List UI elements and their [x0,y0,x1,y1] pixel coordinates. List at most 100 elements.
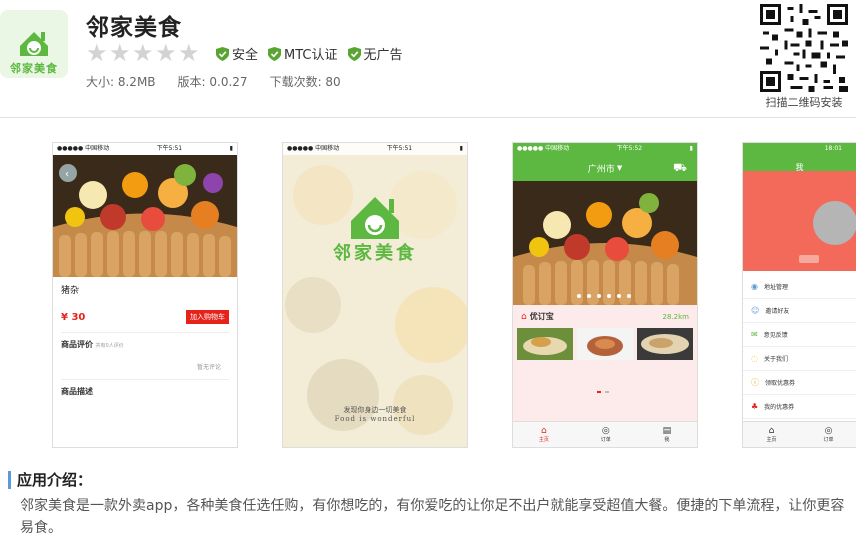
menu-item[interactable]: ◌ 关于我们 [743,347,856,371]
svg-text:‹: ‹ [65,169,69,180]
tab-home[interactable]: ⌂ 主页 [766,426,776,443]
dish-thumbnails [513,328,697,360]
tab-home[interactable]: ⌂ 主页 [539,426,549,443]
profile-menu: ◉ 地址管理 ☺ 邀请好友 ✉ 意见反馈 ◌ 关于我们 ⓘ 领取优惠券 ♣ 我的优惠券 [743,271,856,423]
time-label: 下午5:51 [156,145,183,152]
app-icon-text: 邻家美食 [10,62,58,75]
screenshot-1[interactable]: ●●●●● 中国移动 下午5:51 ▮ ‹ 猪杂 ¥ 30 加入购物车 商品评价… [52,142,238,448]
dish-thumbnail[interactable] [577,328,633,360]
status-bar: ●●●●● 中国移动 下午5:51 ▮ [53,143,237,155]
qr-code[interactable] [760,4,848,92]
badge-no-ads: 无广告 [347,44,403,63]
shield-check-icon [268,46,282,61]
badge-label: MTC认证 [284,48,338,63]
menu-item[interactable]: ◉ 地址管理 [743,275,856,299]
invite-icon: ☺ [751,306,760,315]
star-icon: ★ [86,39,108,67]
product-price: ¥ 30 [61,311,86,323]
app-downloads: 下载次数: 80 [269,75,341,89]
tab-orders[interactable]: ◎ 订单 [601,426,611,443]
login-button[interactable] [799,255,819,263]
dish-thumbnail[interactable] [637,328,693,360]
cart-icon[interactable]: ⛟ [673,161,687,176]
home-icon: ⌂ [768,426,775,436]
about-icon: ◌ [751,354,758,363]
star-icon: ★ [109,39,131,67]
shop-distance: 28.2km [662,312,689,321]
menu-item[interactable]: ☺ 邀请好友 [743,299,856,323]
tab-me[interactable]: ▤ 我 [663,426,672,443]
status-bar: ●●●●● 中国移动 下午5:52 ▮ [513,143,697,155]
orders-icon: ◎ [824,426,833,436]
home-icon: ⌂ [541,426,547,436]
shop-name[interactable]: 优订宝 [530,311,554,322]
badge-safe: 安全 [216,44,258,63]
coupon-icon: ⓘ [751,378,759,387]
badge-label: 无广告 [363,48,403,63]
battery-icon: ▮ [459,145,463,152]
carrier-label: ●●●●● 中国移动 [57,145,110,152]
app-icon: 邻家美食 [0,10,68,78]
intro-description: 邻家美食是一款外卖app，各种美食任选任购，有你想吃的，有你爱吃的让你足不出户就… [20,498,845,535]
add-to-cart-button[interactable]: 加入购物车 [186,310,229,324]
carrier-label: ●●●●● 中国移动 [287,145,340,152]
menu-item[interactable]: ♣ 我的优惠券 [743,395,856,419]
screenshot-4[interactable]: 18:01 我 ◉ 地址管理 ☺ 邀请好友 ✉ 意见反馈 ◌ 关于我们 ⓘ 领取优惠券 ♣… [742,142,856,448]
city-selector[interactable]: 广州市 [588,162,615,175]
qr-caption: 扫描二维码安装 [765,96,843,109]
shield-check-icon [347,46,361,61]
status-bar: ●●●●● 中国移动 下午5:51 ▮ [283,143,467,155]
product-name: 猪杂 [61,286,80,296]
intro-heading: 应用介绍： [8,471,92,489]
bottom-tab-bar: ⌂ 主页 ◎ 订单 [743,421,856,447]
my-coupon-icon: ♣ [751,402,759,411]
badge-mtc: MTC认证 [268,44,338,63]
app-version: 版本: 0.0.27 [177,75,248,89]
battery-icon: ▮ [689,145,693,152]
security-badges: 安全 MTC认证 无广告 [216,44,403,63]
screenshot-2[interactable]: ●●●●● 中国移动 下午5:51 ▮ 邻家美食 发现你身边一切美食 Food … [282,142,468,448]
orders-icon: ◎ [601,426,610,436]
menu-item[interactable]: ✉ 意见反馈 [743,323,856,347]
top-nav: 广州市 ▼ ⛟ [513,155,697,181]
app-size: 大小: 8.2MB [86,75,156,89]
reviews-count: 共有0人评价 [95,343,124,349]
dish-thumbnail[interactable] [517,328,573,360]
star-icon: ★ [178,39,200,67]
avatar[interactable] [813,201,856,245]
no-review-label: 暂无评论 [196,364,221,371]
star-icon: ★ [155,39,177,67]
screenshot-3[interactable]: ●●●●● 中国移动 下午5:52 ▮ 广州市 ▼ ⛟ ⌂ 优订宝 28.2km… [512,142,698,448]
description-label: 商品描述 [61,379,229,397]
time-label: 下午5:52 [616,145,643,152]
splash-background [283,155,467,447]
app-detail-page: 邻家美食 邻家美食 ★ ★ ★ ★ ★ 安全 MTC认证 无广告 大小: 8.2… [0,0,856,535]
shield-check-icon [216,46,229,61]
app-meta: 大小: 8.2MB 版本: 0.0.27 下载次数: 80 [86,73,341,90]
feedback-icon: ✉ [751,330,758,339]
banner-image [513,181,697,305]
screenshot-gallery: ●●●●● 中国移动 下午5:51 ▮ ‹ 猪杂 ¥ 30 加入购物车 商品评价… [0,142,856,448]
chevron-down-icon: ▼ [616,164,623,172]
status-bar: 18:01 [743,143,856,155]
app-header: 邻家美食 邻家美食 ★ ★ ★ ★ ★ 安全 MTC认证 无广告 大小: 8.2… [0,0,856,118]
badge-label: 安全 [232,48,259,63]
carrier-label: ●●●●● 中国移动 [517,145,570,152]
reviews-label: 商品评价 [61,340,93,349]
tab-orders[interactable]: ◎ 订单 [823,426,833,443]
battery-icon: ▮ [229,145,233,152]
app-name: 邻家美食 [86,15,182,41]
bottom-tab-bar: ⌂ 主页 ◎ 订单 ▤ 我 [513,421,697,447]
menu-item[interactable]: ⓘ 领取优惠券 [743,371,856,395]
fruit-cake-image: ‹ [53,155,237,277]
location-icon: ◉ [751,282,758,291]
pager-dots [597,391,609,393]
splash-slogan: 发现你身边一切美食 [343,406,407,414]
shop-icon: ⌂ [521,311,527,322]
time-label: 下午5:51 [386,145,413,152]
profile-icon: ▤ [662,426,672,436]
qr-code-box: 扫描二维码安装 [752,0,856,112]
rating-stars: ★ ★ ★ ★ ★ [86,39,200,67]
splash-logo-text: 邻家美食 [333,243,417,264]
time-label: 18:01 [824,145,842,152]
